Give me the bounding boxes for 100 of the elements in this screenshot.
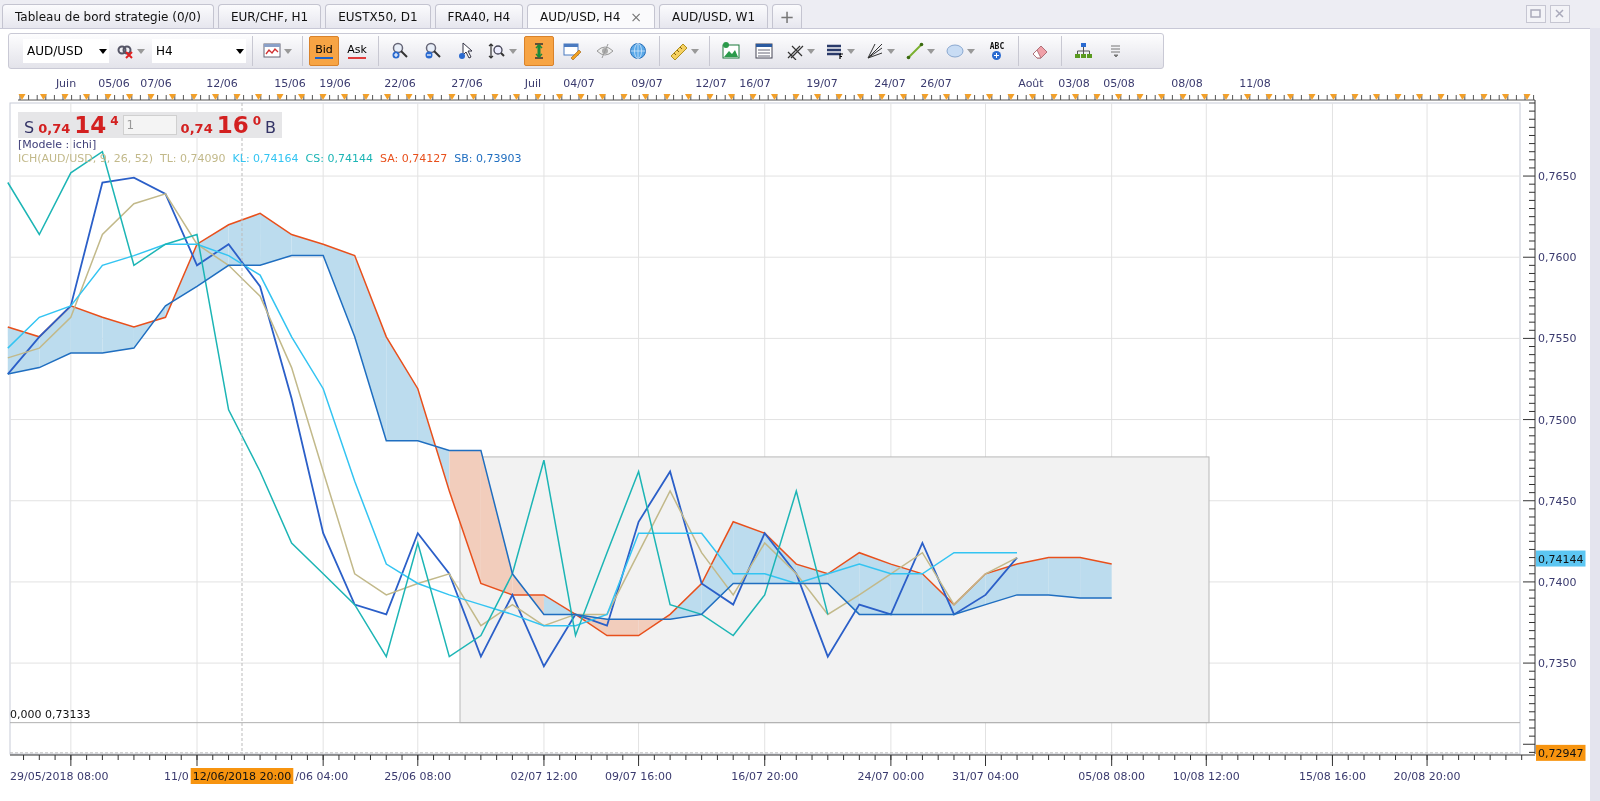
date-label: 05/08: [1103, 77, 1135, 90]
indicator-value: TL: 0,74090: [160, 152, 226, 165]
dropdown[interactable]: H4: [152, 39, 246, 63]
indicator-value: CS: 0,74144: [305, 152, 373, 165]
axis-label: 24/07 00:00: [857, 770, 925, 783]
axis-label: 05/08 08:00: [1078, 770, 1146, 783]
axis-label: 0,7500: [1538, 413, 1577, 427]
horizontal-lines-icon: [826, 42, 844, 60]
last-price-label: 0,74144: [1536, 550, 1586, 567]
axis-label: 0,7650: [1538, 170, 1577, 184]
trend-line-icon: [906, 42, 924, 60]
date-label: 15/06: [274, 77, 306, 90]
axis-label: /06 04:00: [295, 770, 349, 783]
date-label: 19/07: [806, 77, 838, 90]
date-label: 11/08: [1239, 77, 1271, 90]
window-icon: [755, 42, 773, 60]
globe-icon: [629, 42, 647, 60]
tab[interactable]: FRA40, H4: [434, 4, 524, 28]
caret-icon: [137, 48, 145, 54]
caret-icon: [236, 48, 244, 54]
indicator-value: KL: 0,74164: [232, 152, 299, 165]
plus-icon: [992, 51, 1002, 60]
price-button[interactable]: Ask: [342, 36, 372, 66]
date-label: 03/08: [1058, 77, 1090, 90]
caret-icon: [99, 48, 107, 54]
date-label: 26/07: [920, 77, 952, 90]
date-label: Juin: [55, 77, 77, 90]
crosshair-price-label: 0,72947: [1536, 744, 1586, 761]
date-label: Août: [1018, 77, 1044, 90]
date-label: 24/07: [874, 77, 906, 90]
close-button[interactable]: [1550, 5, 1570, 23]
caret-icon: [927, 48, 935, 54]
dropdown[interactable]: AUD/USD: [23, 39, 109, 63]
axis-label: 10/08 12:00: [1172, 770, 1240, 783]
axis-label: 16/07 20:00: [731, 770, 799, 783]
buy-label: B: [265, 118, 277, 137]
tab[interactable]: EUSTX50, D1: [325, 4, 431, 28]
price-pips: 16: [216, 112, 249, 138]
caret-icon: [887, 48, 895, 54]
axis-label: 20/08 20:00: [1393, 770, 1461, 783]
axis-label: 02/07 12:00: [510, 770, 578, 783]
price-prefix: 0,74: [180, 121, 213, 136]
axis-label: 29/05/2018 08:00: [10, 770, 109, 783]
date-label: 04/07: [563, 77, 595, 90]
date-label: Juil: [524, 77, 542, 90]
axis-label: 15/08 16:00: [1299, 770, 1366, 783]
axis-label: 0,7400: [1538, 575, 1577, 589]
crosshair-date-label: 12/06/2018 20:00: [190, 768, 294, 784]
caret-icon: [691, 48, 699, 54]
axis-label: 0,7600: [1538, 251, 1577, 265]
date-label: 07/06: [140, 77, 172, 90]
date-label: 05/06: [98, 77, 130, 90]
tab[interactable]: AUD/USD, H4 ×: [527, 4, 655, 28]
edit-icon: [563, 42, 581, 60]
tab[interactable]: EUR/CHF, H1: [217, 4, 322, 28]
line-label: 0,000 0,73133: [10, 707, 91, 721]
price-button[interactable]: Bid: [309, 36, 339, 66]
date-label: 22/06: [384, 77, 416, 90]
zoom-in-icon: [391, 42, 409, 60]
zoom-out-icon: [424, 42, 442, 60]
axis-label: 0,7450: [1538, 494, 1577, 508]
axis-label: 25/06 08:00: [384, 770, 452, 783]
caret-icon: [509, 48, 517, 54]
model-label: [Modele : ichi]: [18, 138, 97, 151]
date-label: 19/06: [319, 77, 351, 90]
pointer-icon: [457, 42, 475, 60]
overflow-menu-icon: [1111, 44, 1121, 58]
crosshair-button[interactable]: [524, 36, 554, 66]
text-tool-button[interactable]: ABC: [982, 36, 1012, 66]
caret-icon: [807, 48, 815, 54]
tab[interactable]: Tableau de bord strategie (0/0): [2, 4, 214, 28]
caret-icon: [967, 48, 975, 54]
caret-icon: [284, 48, 292, 54]
axis-label: 0,7350: [1538, 657, 1577, 671]
price-pips: 14: [74, 112, 107, 138]
price-fraction: 4: [110, 114, 119, 128]
date-label: 12/06: [206, 77, 238, 90]
date-label: 08/08: [1171, 77, 1203, 90]
date-label: 16/07: [739, 77, 771, 90]
sell-label: S: [24, 118, 35, 137]
tab[interactable]: AUD/USD, W1: [659, 4, 769, 28]
ellipse-icon: [946, 42, 964, 60]
zoom-range-icon: [488, 42, 506, 60]
date-label: 12/07: [695, 77, 727, 90]
indicator-value: SB: 0,73903: [454, 152, 522, 165]
price-prefix: 0,74: [38, 121, 71, 136]
new-tab-button[interactable]: +: [772, 4, 803, 28]
close-tab-button[interactable]: ×: [630, 8, 642, 25]
image-icon: [722, 42, 740, 60]
date-label: 27/06: [451, 77, 483, 90]
ruler-icon: [670, 42, 688, 60]
axis-label: 0,7550: [1538, 332, 1577, 346]
indicator-value: SA: 0,74127: [379, 152, 448, 165]
axis-label: 09/07 16:00: [605, 770, 672, 783]
caret-icon: [847, 48, 855, 54]
chart-window-icon: [263, 42, 281, 60]
hierarchy-icon: [1074, 42, 1092, 60]
fan-lines-icon: [866, 42, 884, 60]
axis-label: 31/07 04:00: [952, 770, 1019, 783]
date-label: 09/07: [631, 77, 663, 90]
